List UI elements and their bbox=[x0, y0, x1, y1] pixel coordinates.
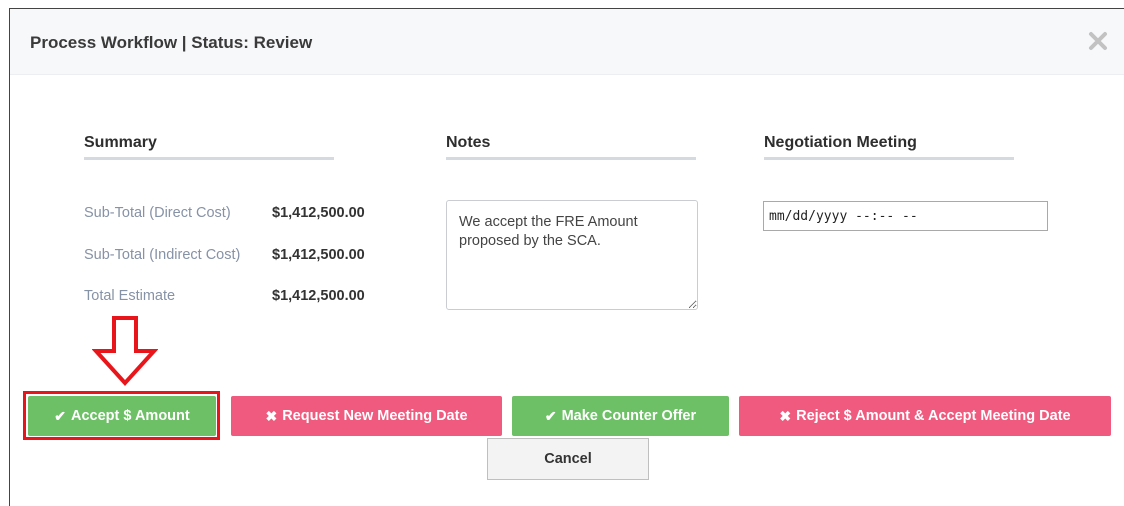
summary-heading: Summary bbox=[84, 134, 157, 151]
modal-title: Process Workflow | Status: Review bbox=[30, 33, 313, 52]
notes-divider bbox=[446, 157, 696, 160]
indirect-cost-value: $1,412,500.00 bbox=[272, 247, 365, 263]
cancel-button[interactable]: Cancel bbox=[487, 438, 649, 480]
direct-cost-label: Sub-Total (Direct Cost) bbox=[84, 205, 231, 221]
meeting-divider bbox=[764, 157, 1014, 160]
close-icon[interactable] bbox=[1086, 29, 1110, 53]
indirect-cost-label: Sub-Total (Indirect Cost) bbox=[84, 247, 241, 263]
check-icon: ✔ bbox=[54, 408, 67, 424]
x-icon: ✖ bbox=[779, 408, 792, 424]
meeting-heading: Negotiation Meeting bbox=[764, 134, 917, 151]
check-icon: ✔ bbox=[544, 408, 557, 424]
meeting-datetime-input[interactable] bbox=[763, 201, 1048, 231]
x-icon: ✖ bbox=[265, 408, 278, 424]
make-counter-offer-label: Make Counter Offer bbox=[561, 408, 697, 424]
accept-amount-button[interactable]: ✔ Accept $ Amount bbox=[28, 396, 216, 436]
total-estimate-label: Total Estimate bbox=[84, 288, 176, 304]
reject-amount-label: Reject $ Amount & Accept Meeting Date bbox=[796, 408, 1071, 424]
notes-textarea[interactable]: We accept the FRE Amount proposed by the… bbox=[446, 200, 698, 310]
summary-divider bbox=[84, 157, 334, 160]
total-estimate-value: $1,412,500.00 bbox=[272, 288, 365, 304]
direct-cost-value: $1,412,500.00 bbox=[272, 205, 365, 221]
request-new-meeting-button[interactable]: ✖ Request New Meeting Date bbox=[231, 396, 502, 436]
reject-amount-button[interactable]: ✖ Reject $ Amount & Accept Meeting Date bbox=[739, 396, 1111, 436]
modal-header: Process Workflow | Status: Review bbox=[10, 9, 1124, 75]
notes-heading: Notes bbox=[446, 134, 491, 151]
make-counter-offer-button[interactable]: ✔ Make Counter Offer bbox=[512, 396, 729, 436]
accept-amount-label: Accept $ Amount bbox=[71, 408, 190, 424]
down-arrow-annotation-icon bbox=[92, 316, 158, 386]
request-new-meeting-label: Request New Meeting Date bbox=[282, 408, 468, 424]
